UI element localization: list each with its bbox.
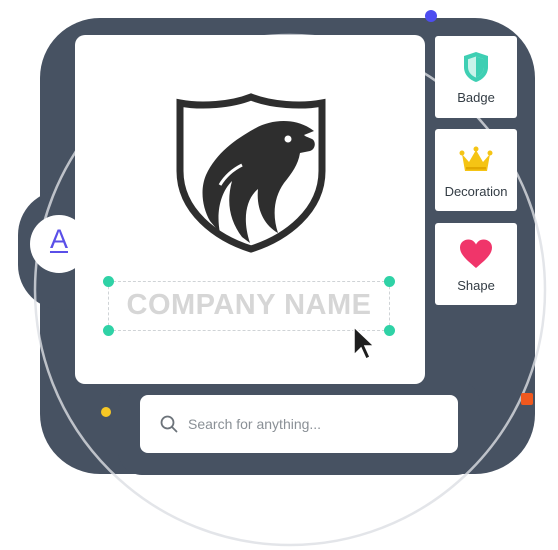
- resize-handle-top-left[interactable]: [103, 276, 114, 287]
- badge-shield-icon: [464, 52, 488, 82]
- eagle-eye: [284, 135, 292, 143]
- accent-dot-blue: [425, 10, 437, 22]
- tool-button-decoration[interactable]: Decoration: [435, 129, 517, 211]
- company-name-selection[interactable]: COMPANY NAME: [103, 276, 395, 336]
- resize-handle-bottom-right[interactable]: [384, 325, 395, 336]
- eagle-shield-logo[interactable]: [176, 93, 326, 253]
- tool-label-badge: Badge: [457, 90, 495, 105]
- crown-icon: [459, 146, 493, 171]
- text-tool-button[interactable]: A: [30, 215, 88, 273]
- accent-dot-orange: [521, 393, 533, 405]
- search-bar[interactable]: [140, 395, 458, 453]
- heart-icon: [460, 239, 492, 268]
- mouse-cursor-icon: [353, 325, 376, 361]
- search-input[interactable]: [188, 412, 438, 436]
- tool-button-badge[interactable]: Badge: [435, 36, 517, 118]
- tool-label-decoration: Decoration: [444, 184, 508, 199]
- text-format-icon: A: [49, 224, 68, 254]
- accent-dot-yellow: [101, 407, 111, 417]
- resize-handle-bottom-left[interactable]: [103, 325, 114, 336]
- search-icon: [160, 415, 178, 433]
- tool-button-shape[interactable]: Shape: [435, 223, 517, 305]
- company-name-text[interactable]: COMPANY NAME: [108, 283, 390, 327]
- resize-handle-top-right[interactable]: [384, 276, 395, 287]
- tool-label-shape: Shape: [457, 278, 495, 293]
